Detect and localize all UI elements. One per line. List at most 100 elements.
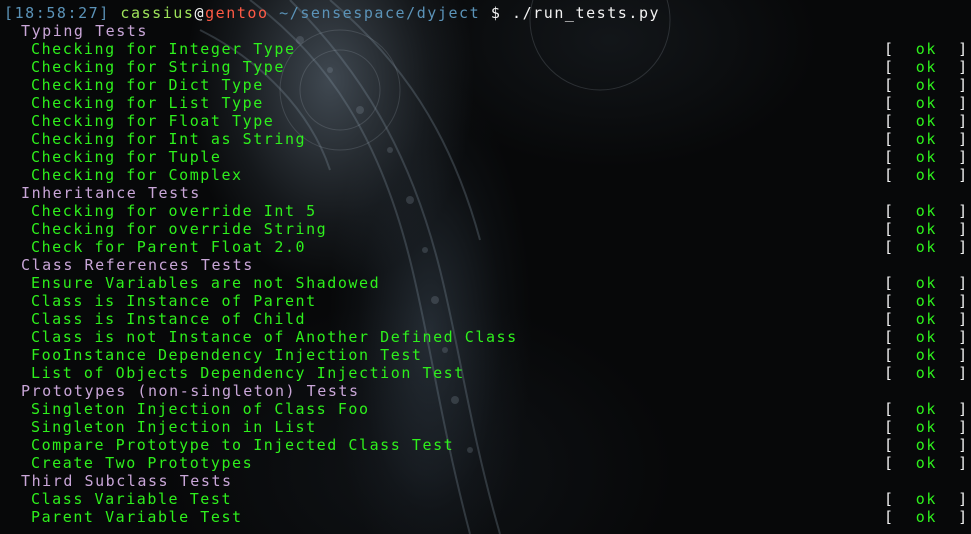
test-status: [ ok ] [884,130,969,148]
test-row: Check for Parent Float 2.0 [ ok ] [4,238,971,256]
test-row: Class is not Instance of Another Defined… [4,328,971,346]
status-bracket-open: [ [884,436,895,454]
status-bracket-close: ] [958,166,969,184]
test-status: [ ok ] [884,310,969,328]
test-name: Checking for List Type [31,94,264,112]
status-bracket-open: [ [884,328,895,346]
test-row: Checking for Float Type [ ok ] [4,112,971,130]
test-row: Singleton Injection of Class Foo [ ok ] [4,400,971,418]
section-heading: Third Subclass Tests [21,472,233,490]
status-bracket-close: ] [958,346,969,364]
status-bracket-close: ] [958,274,969,292]
prompt-time: [18:58:27] [4,4,110,22]
test-name: Singleton Injection in List [31,418,317,436]
status-bracket-close: ] [958,94,969,112]
status-bracket-open: [ [884,454,895,472]
test-row: Checking for String Type [ ok ] [4,58,971,76]
status-bracket-open: [ [884,112,895,130]
status-ok: ok [915,274,937,292]
status-ok: ok [915,238,937,256]
status-bracket-close: ] [958,364,969,382]
test-name: Parent Variable Test [31,508,243,526]
status-bracket-close: ] [958,328,969,346]
status-ok: ok [915,454,937,472]
status-ok: ok [915,490,937,508]
status-bracket-close: ] [958,76,969,94]
test-name: Class is Instance of Child [31,310,307,328]
status-bracket-close: ] [958,418,969,436]
terminal-output: [18:58:27] cassius@gentoo ~/sensespace/d… [4,4,971,526]
status-bracket-close: ] [958,202,969,220]
test-status: [ ok ] [884,454,969,472]
test-status: [ ok ] [884,148,969,166]
test-row: Checking for Int as String [ ok ] [4,130,971,148]
prompt-user: cassius [120,4,195,22]
test-name: Class Variable Test [31,490,233,508]
test-row: Create Two Prototypes [ ok ] [4,454,971,472]
status-ok: ok [915,292,937,310]
status-ok: ok [915,220,937,238]
status-bracket-close: ] [958,130,969,148]
test-row: Checking for List Type [ ok ] [4,94,971,112]
test-name: Checking for override String [31,220,328,238]
status-bracket-open: [ [884,274,895,292]
shell-prompt: [18:58:27] cassius@gentoo ~/sensespace/d… [4,4,971,22]
test-status: [ ok ] [884,508,969,526]
test-status: [ ok ] [884,436,969,454]
status-ok: ok [915,346,937,364]
test-row: Checking for override Int 5 [ ok ] [4,202,971,220]
test-output: Typing Tests Checking for Integer Type [ o… [4,22,971,526]
status-ok: ok [915,76,937,94]
status-bracket-close: ] [958,220,969,238]
status-ok: ok [915,94,937,112]
status-bracket-open: [ [884,166,895,184]
test-status: [ ok ] [884,76,969,94]
prompt-dollar: $ [490,4,502,22]
status-bracket-open: [ [884,58,895,76]
test-status: [ ok ] [884,346,969,364]
test-status: [ ok ] [884,112,969,130]
status-bracket-open: [ [884,238,895,256]
test-status: [ ok ] [884,166,969,184]
status-ok: ok [915,364,937,382]
test-row: Class is Instance of Parent [ ok ] [4,292,971,310]
status-bracket-open: [ [884,490,895,508]
test-status: [ ok ] [884,40,969,58]
test-name: Class is Instance of Parent [31,292,317,310]
status-bracket-close: ] [958,148,969,166]
test-row: List of Objects Dependency Injection Tes… [4,364,971,382]
test-name: Checking for Complex [31,166,243,184]
status-bracket-open: [ [884,202,895,220]
test-status: [ ok ] [884,490,969,508]
status-bracket-close: ] [958,58,969,76]
test-status: [ ok ] [884,400,969,418]
terminal-window[interactable]: [18:58:27] cassius@gentoo ~/sensespace/d… [0,0,971,534]
test-name: Checking for Tuple [31,148,222,166]
status-bracket-open: [ [884,130,895,148]
status-bracket-open: [ [884,292,895,310]
status-bracket-open: [ [884,346,895,364]
test-name: Checking for Int as String [31,130,307,148]
status-bracket-close: ] [958,436,969,454]
status-bracket-close: ] [958,112,969,130]
test-row: Checking for Integer Type [ ok ] [4,40,971,58]
test-name: Class is not Instance of Another Defined… [31,328,518,346]
status-ok: ok [915,202,937,220]
test-row: Checking for Dict Type [ ok ] [4,76,971,94]
test-row: FooInstance Dependency Injection Test [ o… [4,346,971,364]
prompt-path: ~/sensespace/dyject [279,4,481,22]
status-bracket-open: [ [884,310,895,328]
test-row: Class Variable Test [ ok ] [4,490,971,508]
status-ok: ok [915,436,937,454]
status-bracket-close: ] [958,40,969,58]
test-name: Checking for String Type [31,58,285,76]
section-heading: Prototypes (non-singleton) Tests [21,382,360,400]
status-ok: ok [915,40,937,58]
prompt-command: ./run_tests.py [512,4,661,22]
test-status: [ ok ] [884,328,969,346]
test-status: [ ok ] [884,292,969,310]
status-bracket-close: ] [958,238,969,256]
test-status: [ ok ] [884,94,969,112]
status-bracket-open: [ [884,364,895,382]
test-name: Checking for override Int 5 [31,202,317,220]
